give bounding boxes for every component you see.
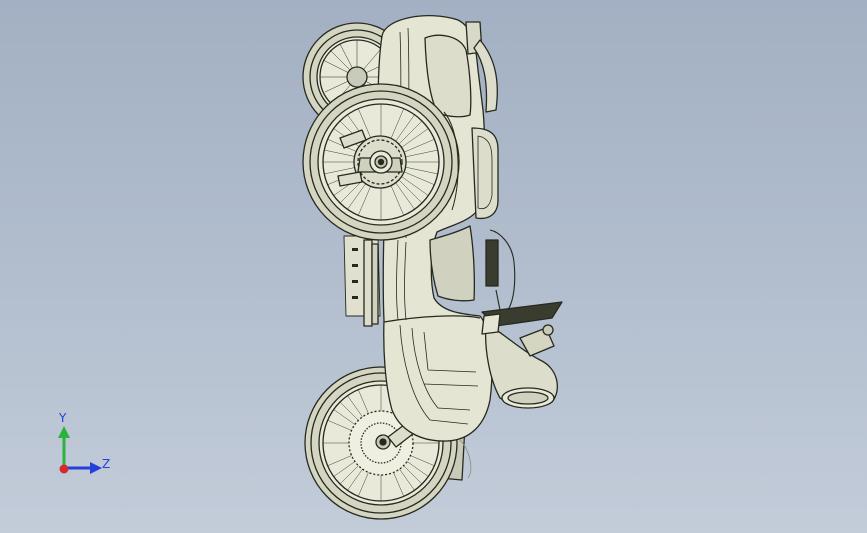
z-axis-arrowhead xyxy=(90,462,102,474)
z-axis-label: Z xyxy=(102,457,111,471)
x-axis-dot xyxy=(59,464,69,474)
y-axis-arrowhead xyxy=(58,426,70,438)
triad-arrows xyxy=(58,426,102,474)
coordinate-triad: Y Z xyxy=(44,410,124,490)
motorcycle-model[interactable] xyxy=(0,0,867,533)
graphics-viewport[interactable]: Y Z xyxy=(0,0,867,533)
y-axis-label: Y xyxy=(59,411,67,425)
front-top-wheel xyxy=(302,83,460,241)
rear-assembly xyxy=(481,229,563,409)
